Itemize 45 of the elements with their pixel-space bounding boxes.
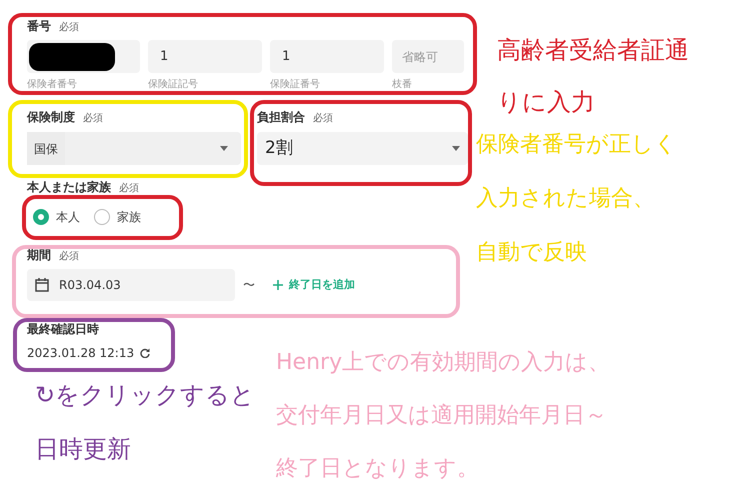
radio-button[interactable] [94, 209, 110, 225]
annotation-text: 高齢者受給者証通 [497, 35, 689, 66]
annotation-text: 保険者番号が正しく [476, 131, 677, 159]
required-tag: 必須 [59, 249, 79, 264]
required-tag: 必須 [83, 111, 103, 126]
required-tag: 必須 [59, 20, 79, 35]
range-separator: 〜 [243, 277, 255, 294]
field-label: 負担割合 [257, 109, 305, 126]
annotation-text: Henry上での有効期間の入力は、 [276, 349, 610, 377]
datetime-value: 2023.01.28 12:13 [27, 345, 134, 362]
select-value: 2割 [265, 136, 293, 160]
required-tag: 必須 [119, 181, 139, 196]
date-field[interactable]: R03.04.03 [27, 269, 235, 301]
select-field[interactable]: 2割 [257, 132, 468, 165]
radio-option[interactable]: 本人 [33, 208, 80, 226]
field-caption: 枝番 [392, 78, 413, 92]
refresh-icon[interactable] [140, 348, 150, 358]
input-field[interactable]: 省略可 [392, 40, 464, 73]
caret-icon [452, 146, 460, 151]
field-label: 保険制度 [27, 109, 75, 126]
field-caption: 保険証記号 [148, 78, 199, 92]
annotation-text: 終了日となります。 [276, 455, 480, 483]
radio-button[interactable] [33, 209, 49, 225]
annotation-text: 自動で反映 [476, 239, 588, 267]
field-caption: 保険者番号 [27, 78, 78, 92]
field-label: 本人または家族 [27, 179, 111, 196]
required-tag: 必須 [313, 111, 333, 126]
field-caption: 保険証番号 [270, 78, 321, 92]
annotation-text: 日時更新 [35, 434, 132, 465]
field-label: 最終確認日時 [27, 321, 99, 338]
calendar-icon [35, 278, 49, 292]
radio-option[interactable]: 家族 [94, 208, 141, 226]
annotation-text: りに入力 [497, 87, 596, 118]
annotation-text: ↻をクリックすると [35, 380, 256, 411]
annotation-text: 入力された場合、 [476, 185, 656, 213]
select-field[interactable]: 国保 [27, 132, 241, 165]
caret-icon [220, 146, 228, 151]
input-field[interactable]: 1 [270, 40, 384, 73]
select-prefix: 国保 [27, 132, 65, 165]
input-field[interactable] [27, 40, 140, 73]
plus-icon [273, 280, 283, 290]
annotation-text: 交付年月日又は適用開始年月日～ [276, 402, 608, 430]
field-label: 期間 [27, 247, 51, 264]
input-field[interactable]: 1 [148, 40, 262, 73]
field-label: 番号 [27, 18, 51, 35]
